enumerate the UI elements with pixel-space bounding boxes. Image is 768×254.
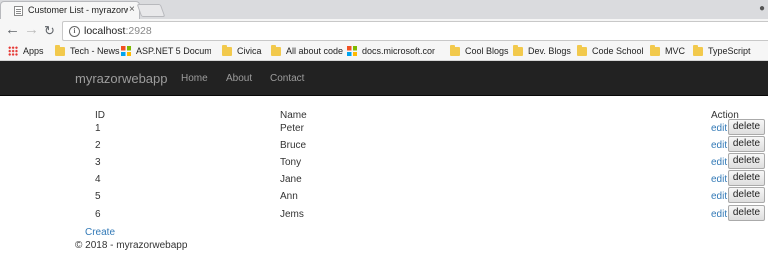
folder-icon <box>513 45 523 56</box>
edit-link[interactable]: edit <box>711 209 727 220</box>
customer-id: 6 <box>95 209 101 220</box>
table-row: 5 Ann edit delete <box>0 187 768 208</box>
brand-link[interactable]: myrazorwebapp <box>75 71 168 86</box>
bookmark-label: Civica <box>237 46 262 56</box>
customer-name: Bruce <box>280 140 307 151</box>
browser-tab-strip: Customer List - myrazorwebapp × ● <box>0 0 768 19</box>
app-navbar: myrazorwebapp Home About Contact <box>0 61 768 96</box>
bookmark-label: All about code <box>286 46 344 56</box>
footer-text: © 2018 - myrazorwebapp <box>75 240 188 251</box>
folder-icon <box>577 45 587 56</box>
edit-link[interactable]: edit <box>711 174 727 185</box>
delete-button[interactable]: delete <box>728 119 765 135</box>
customer-id: 1 <box>95 123 101 134</box>
delete-button[interactable]: delete <box>728 153 765 169</box>
nav-home-link[interactable]: Home <box>181 73 208 84</box>
customer-name: Peter <box>280 123 304 134</box>
bookmark-docs-microsoft[interactable]: docs.microsoft.com | <box>347 46 435 58</box>
nav-about-link[interactable]: About <box>226 73 252 84</box>
table-row: 3 Tony edit delete <box>0 153 768 174</box>
bookmark-label: Apps <box>23 46 44 56</box>
nav-contact-link[interactable]: Contact <box>270 73 304 84</box>
bookmark-label: docs.microsoft.com | <box>362 46 435 56</box>
delete-button[interactable]: delete <box>728 187 765 203</box>
customer-id: 5 <box>95 191 101 202</box>
customer-id: 4 <box>95 174 101 185</box>
bookmark-all-about-code[interactable]: All about code <box>271 45 344 58</box>
customer-name: Ann <box>280 191 298 202</box>
table-row: 1 Peter edit delete <box>0 119 768 140</box>
bookmark-label: Dev. Blogs <box>528 46 571 56</box>
bookmark-label: TypeScript <box>708 46 751 56</box>
bookmark-tech-news[interactable]: Tech - News <box>55 45 120 58</box>
url-host: localhost <box>84 25 126 37</box>
new-tab-button[interactable] <box>136 4 166 17</box>
column-header-name: Name <box>280 110 307 121</box>
folder-icon <box>693 45 703 56</box>
url-port: :2928 <box>125 25 152 37</box>
bookmark-aspnet-docs[interactable]: ASP.NET 5 Documentation <box>121 46 211 58</box>
profile-icon[interactable]: ● <box>759 3 765 14</box>
bookmark-label: MVC <box>665 46 685 56</box>
folder-icon <box>55 45 65 56</box>
customer-name: Jems <box>280 209 304 220</box>
table-row: 2 Bruce edit delete <box>0 136 768 157</box>
bookmark-typescript[interactable]: TypeScript <box>693 45 751 58</box>
apps-grid-icon <box>8 46 18 56</box>
folder-icon <box>271 45 281 56</box>
delete-button[interactable]: delete <box>728 205 765 221</box>
table-row: 6 Jems edit delete <box>0 205 768 226</box>
bookmark-code-school[interactable]: Code School <box>577 45 644 58</box>
browser-tab[interactable]: Customer List - myrazorwebapp × <box>0 1 140 19</box>
tab-title: Customer List - myrazorwebapp <box>28 5 128 15</box>
bookmark-label: Tech - News <box>70 46 120 56</box>
reload-icon[interactable]: ↻ <box>44 23 55 39</box>
bookmark-civica[interactable]: Civica <box>222 45 262 58</box>
back-arrow-icon[interactable]: ← <box>5 22 20 38</box>
bookmark-mvc[interactable]: MVC <box>650 45 685 58</box>
microsoft-logo-icon <box>347 46 357 56</box>
customer-id: 3 <box>95 157 101 168</box>
edit-link[interactable]: edit <box>711 140 727 151</box>
customer-name: Tony <box>280 157 302 168</box>
create-link[interactable]: Create <box>85 227 115 238</box>
bookmark-label: Code School <box>592 46 644 56</box>
folder-icon <box>450 45 460 56</box>
customer-name: Jane <box>280 174 302 185</box>
bookmark-label: ASP.NET 5 Documentation <box>136 46 211 56</box>
folder-icon <box>650 45 660 56</box>
edit-link[interactable]: edit <box>711 123 727 134</box>
edit-link[interactable]: edit <box>711 191 727 202</box>
bookmark-apps[interactable]: Apps <box>8 46 44 58</box>
url-text[interactable]: localhost:2928 <box>84 25 152 37</box>
info-icon[interactable]: i <box>69 26 80 37</box>
microsoft-logo-icon <box>121 46 131 56</box>
bookmarks-bar: Apps Tech - News ASP.NET 5 Documentation… <box>0 43 768 61</box>
column-header-id: ID <box>95 110 105 121</box>
address-bar[interactable]: i localhost:2928 <box>62 21 768 41</box>
page-favicon-icon <box>14 6 23 16</box>
browser-toolbar: ← → ↻ i localhost:2928 <box>0 19 768 43</box>
close-tab-icon[interactable]: × <box>129 5 135 15</box>
edit-link[interactable]: edit <box>711 157 727 168</box>
customer-id: 2 <box>95 140 101 151</box>
bookmark-dev-blogs[interactable]: Dev. Blogs <box>513 45 571 58</box>
bookmark-label: Cool Blogs <box>465 46 509 56</box>
table-row: 4 Jane edit delete <box>0 170 768 191</box>
forward-arrow-icon[interactable]: → <box>24 22 39 38</box>
delete-button[interactable]: delete <box>728 170 765 186</box>
bookmark-cool-blogs[interactable]: Cool Blogs <box>450 45 509 58</box>
delete-button[interactable]: delete <box>728 136 765 152</box>
folder-icon <box>222 45 232 56</box>
